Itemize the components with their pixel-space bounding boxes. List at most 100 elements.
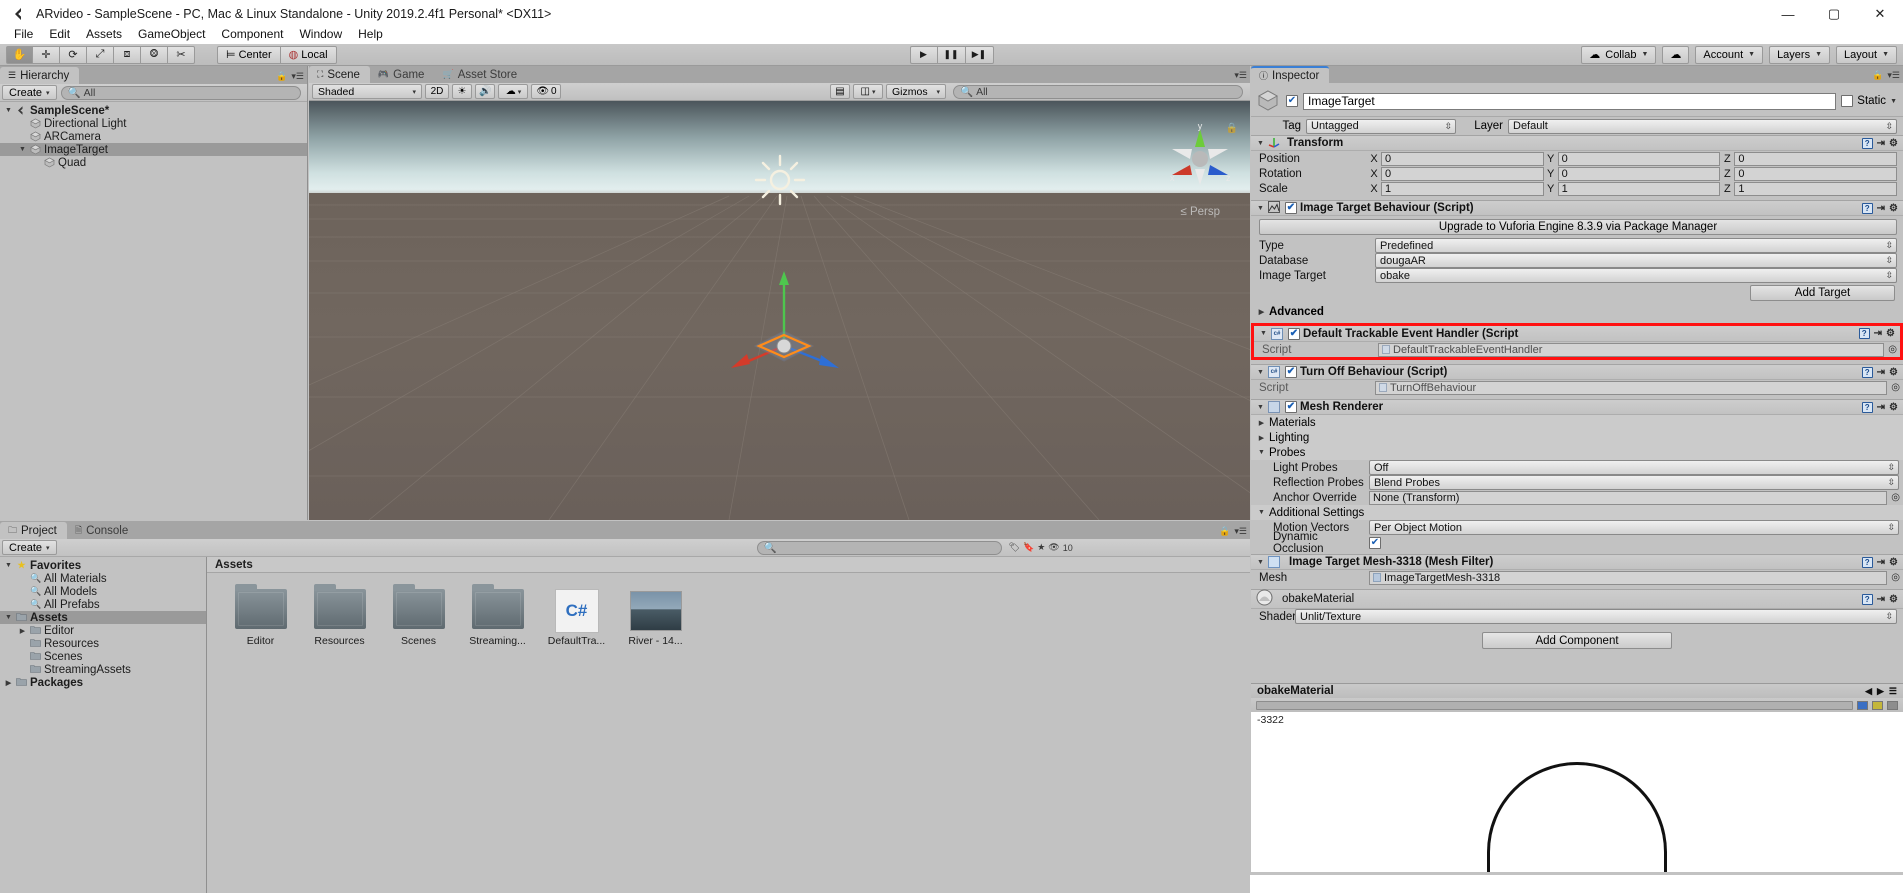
material-header[interactable]: obakeMaterial ? ⇥ ⚙ — [1251, 589, 1903, 609]
hand-tool-icon[interactable]: ✋ — [6, 45, 33, 64]
project-tree-item-all-models[interactable]: 🔍 All Models — [0, 585, 206, 598]
gear-icon[interactable]: ⚙ — [1889, 367, 1898, 378]
scene-lock-icon[interactable]: 🔒 — [1226, 123, 1238, 134]
mesh-field[interactable]: ImageTargetMesh-3318 — [1369, 570, 1888, 585]
image-target-behaviour-enabled-checkbox[interactable] — [1285, 202, 1297, 214]
project-create-button[interactable]: Create ▾ — [2, 540, 57, 555]
cloud-services-button[interactable]: ☁ — [1662, 45, 1690, 64]
tab-console[interactable]: 🗎 Console — [66, 522, 139, 539]
mesh-renderer-header[interactable]: ▼ Mesh Renderer ? ⇥ ⚙ — [1251, 399, 1903, 415]
gear-icon[interactable]: ⚙ — [1889, 138, 1898, 149]
kebab-menu-icon[interactable]: ▾☰ — [1234, 70, 1247, 81]
gear-icon[interactable]: ⚙ — [1889, 402, 1898, 413]
directional-light-gizmo[interactable] — [753, 153, 807, 207]
favorite-star-icon[interactable]: ★ — [1037, 542, 1045, 553]
inspector-panel-menu[interactable]: 🔒 ▾☰ — [1872, 70, 1900, 81]
menu-assets[interactable]: Assets — [78, 25, 130, 43]
kebab-menu-icon[interactable]: ▾☰ — [1234, 526, 1247, 537]
preset-icon[interactable]: ⇥ — [1877, 557, 1885, 568]
itb-image-target-dropdown[interactable]: obake — [1375, 268, 1897, 283]
gear-icon[interactable]: ⚙ — [1889, 594, 1898, 605]
lock-icon[interactable]: 🔒 — [276, 71, 287, 82]
preset-icon[interactable]: ⇥ — [1877, 367, 1885, 378]
preview-color-swatch-gray[interactable] — [1887, 700, 1898, 710]
tab-asset-store[interactable]: 🛒 Asset Store — [434, 66, 528, 83]
preview-expand-icon[interactable]: ☰ — [1889, 686, 1897, 697]
kebab-menu-icon[interactable]: ▾☰ — [291, 71, 304, 82]
project-search-input[interactable]: 🔍 — [756, 540, 1002, 555]
mesh-renderer-fold-lighting[interactable]: ▶ Lighting — [1251, 430, 1903, 445]
play-button[interactable]: ▶ — [909, 45, 938, 64]
object-picker-icon[interactable]: ◎ — [1888, 344, 1897, 355]
chevron-down-icon[interactable]: ▼ — [1256, 369, 1265, 376]
scene-camera-settings-button[interactable]: ▤ — [830, 84, 850, 99]
preview-slider[interactable] — [1256, 700, 1853, 710]
chevron-down-icon[interactable]: ▼ — [1256, 404, 1265, 411]
help-icon[interactable]: ? — [1858, 328, 1870, 339]
tob-script-field[interactable]: TurnOffBehaviour — [1375, 380, 1888, 395]
scale-tool-icon[interactable]: ⤢ — [87, 45, 114, 64]
selection-move-gizmo[interactable] — [709, 251, 859, 371]
turn-off-behaviour-enabled-checkbox[interactable] — [1285, 366, 1297, 378]
chevron-down-icon[interactable]: ▼ — [1256, 205, 1265, 212]
transform-rotation-x-input[interactable]: 0 — [1381, 166, 1544, 181]
preset-icon[interactable]: ⇥ — [1874, 328, 1882, 339]
turn-off-behaviour-header[interactable]: ▼ c# Turn Off Behaviour (Script) ? ⇥ ⚙ — [1251, 364, 1903, 380]
object-picker-icon[interactable]: ◎ — [1891, 492, 1900, 503]
kebab-menu-icon[interactable]: ▾☰ — [1887, 70, 1900, 81]
object-picker-icon[interactable]: ◎ — [1891, 572, 1900, 583]
probe-dropdown[interactable]: Blend Probes — [1369, 475, 1899, 490]
transform-rotation-y-input[interactable]: 0 — [1557, 166, 1721, 181]
motion-vectors-dropdown[interactable]: Per Object Motion — [1369, 520, 1899, 535]
gameobject-enabled-checkbox[interactable] — [1286, 95, 1298, 107]
scene-search-input[interactable]: 🔍 All — [953, 84, 1243, 99]
asset-item[interactable]: River - 14... — [624, 589, 687, 647]
tab-scene[interactable]: ⛶ Scene — [309, 66, 370, 83]
preview-next-icon[interactable]: ▶ — [1877, 686, 1884, 697]
itb-type-dropdown[interactable]: Predefined — [1375, 238, 1897, 253]
tab-project[interactable]: 🗀 Project — [0, 522, 67, 539]
additional-settings-foldout[interactable]: ▼ Additional Settings — [1251, 505, 1903, 520]
layout-button[interactable]: Layout ▼ — [1836, 45, 1897, 64]
transform-rotation-z-input[interactable]: 0 — [1734, 166, 1898, 181]
project-tree-item-streamingassets[interactable]: StreamingAssets — [0, 663, 206, 676]
scene-viewport[interactable]: y x z ≤ Persp 🔒 — [309, 101, 1250, 520]
menu-component[interactable]: Component — [213, 25, 291, 43]
transform-scale-y-input[interactable]: 1 — [1557, 181, 1721, 196]
help-icon[interactable]: ? — [1861, 556, 1873, 568]
menu-help[interactable]: Help — [350, 25, 391, 43]
menu-window[interactable]: Window — [291, 25, 350, 43]
transform-position-x-input[interactable]: 0 — [1381, 151, 1544, 166]
transform-scale-x-input[interactable]: 1 — [1381, 181, 1544, 196]
mesh-renderer-enabled-checkbox[interactable] — [1285, 401, 1297, 413]
hierarchy-search-input[interactable]: 🔍 All — [60, 85, 301, 100]
hierarchy-item-directional-light[interactable]: Directional Light — [0, 117, 307, 130]
menu-gameobject[interactable]: GameObject — [130, 25, 213, 43]
preset-icon[interactable]: ⇥ — [1877, 402, 1885, 413]
chevron-down-icon[interactable]: ▼ — [1259, 330, 1268, 337]
default-trackable-event-handler-header[interactable]: ▼ c# Default Trackable Event Handler (Sc… — [1254, 326, 1900, 342]
tab-game[interactable]: 🎮 Game — [369, 66, 435, 83]
add-component-button[interactable]: Add Component — [1482, 632, 1672, 649]
collab-button[interactable]: ☁ Collab ▼ — [1581, 45, 1657, 64]
material-preview[interactable]: -3322 — [1251, 712, 1903, 872]
menu-edit[interactable]: Edit — [41, 25, 78, 43]
toggle-2d-button[interactable]: 2D — [425, 84, 449, 99]
lock-icon[interactable]: 🔒 — [1219, 526, 1230, 537]
project-tree-item-editor[interactable]: ▶ Editor — [0, 624, 206, 637]
asset-item[interactable]: Resources — [308, 584, 371, 647]
help-icon[interactable]: ? — [1861, 202, 1873, 214]
asset-item[interactable]: Streaming... — [466, 584, 529, 647]
preset-icon[interactable]: ⇥ — [1877, 203, 1885, 214]
transform-position-y-input[interactable]: 0 — [1557, 151, 1721, 166]
project-tree-item-all-materials[interactable]: 🔍 All Materials — [0, 572, 206, 585]
layer-dropdown[interactable]: Default — [1508, 118, 1897, 134]
hidden-count-icon[interactable]: 👁 — [1048, 542, 1059, 553]
project-tree-item-resources[interactable]: Resources — [0, 637, 206, 650]
hierarchy-create-button[interactable]: Create ▾ — [2, 85, 57, 100]
project-tree-item-favorites[interactable]: ▼ ★ Favorites — [0, 559, 206, 572]
menu-file[interactable]: File — [6, 25, 41, 43]
hierarchy-item-samplescene[interactable]: ▼ SampleScene* — [0, 104, 307, 117]
object-picker-icon[interactable]: ◎ — [1891, 382, 1900, 393]
project-tree-item-all-prefabs[interactable]: 🔍 All Prefabs — [0, 598, 206, 611]
